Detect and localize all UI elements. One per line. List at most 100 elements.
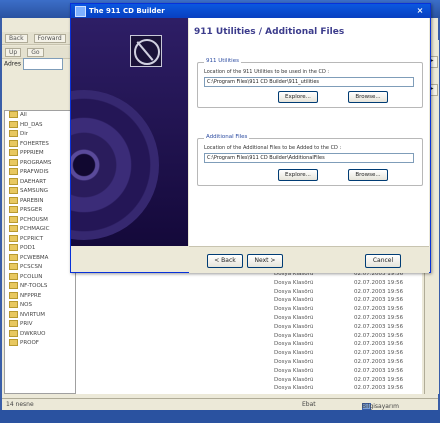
folder-icon [9,158,18,166]
tree-item[interactable]: All [5,111,75,121]
tree-item[interactable]: PAREBIN [5,196,75,207]
back-toolbar-button[interactable]: Back [5,34,28,43]
tree-item[interactable]: PCHMAGIC [5,225,75,235]
folder-icon [9,339,18,346]
dialog-titlebar[interactable]: The 911 CD Builder × [71,4,430,18]
tree-item[interactable]: PRIV [5,320,75,330]
file-date: 02.07.2003 19:56 [354,341,404,348]
tree-item-label: PAREBIN [20,197,44,204]
address-input[interactable] [22,58,63,70]
file-type: Dosya Klasörü [274,350,314,357]
tree-item-label: PCWEBMA [20,254,49,261]
wizard-button-bar: < Back Next > Cancel [189,246,429,273]
file-date: 02.07.2003 19:56 [354,297,404,304]
tree-item[interactable]: HD_DAS [5,120,75,131]
folder-icon [9,139,18,147]
tree-item[interactable]: PRAFWDIS [5,168,75,178]
file-date: 02.07.2003 19:56 [354,323,404,330]
go-button[interactable]: Go [27,48,44,57]
file-row[interactable]: Dosya Klasörü 02.07.2003 19:56 [76,340,422,349]
file-type: Dosya Klasörü [274,306,314,313]
close-button[interactable]: × [414,5,426,16]
tree-item-label: NF-TOOLS [20,283,48,289]
folder-tree[interactable]: All HD_DAS Dir FOHERTES PPPRIEM PROGRAMS PRAFW… [4,110,76,394]
tree-item-label: POD1 [20,245,36,251]
file-row[interactable]: Dosya Klasörü 02.07.2003 19:56 [76,349,422,358]
no-sign-logo-icon [130,35,162,67]
tree-item[interactable]: Dir [5,130,75,140]
dialog-title: The 911 CD Builder [89,7,165,15]
cancel-button[interactable]: Cancel [365,254,401,268]
tree-item[interactable]: PCOLUN [5,272,75,283]
file-row[interactable]: Dosya Klasörü 02.07.2003 19:56 [76,314,422,323]
tree-item-label: DWKRUO [20,330,46,337]
file-type: Dosya Klasörü [274,376,314,383]
up-button[interactable]: Up [5,48,22,57]
tree-item[interactable]: SAMSUNG [5,187,75,197]
file-date: 02.07.2003 19:56 [354,367,404,374]
tree-item[interactable]: NF-TOOLS [5,282,75,292]
tree-item[interactable]: PCSCSN [5,263,75,273]
file-type: Dosya Klasörü [274,288,314,295]
button-bar-spacer [71,246,189,272]
file-row[interactable]: Dosya Klasörü 02.07.2003 19:56 [76,279,422,288]
folder-icon [9,206,18,213]
utilities-browse-button[interactable]: Browse... [348,91,388,103]
file-type: Dosya Klasörü [274,367,314,374]
folder-icon [9,225,18,232]
folder-icon [9,111,18,118]
forward-toolbar-button[interactable]: Forward [33,34,66,43]
wizard-content: 911 Utilities / Additional Files 911 Uti… [189,18,429,246]
tree-item-label: PPPRIEM [20,150,44,156]
file-type: Dosya Klasörü [274,323,314,330]
tree-item[interactable]: DAEHART [5,177,75,188]
file-date: 02.07.2003 19:56 [354,358,404,365]
tree-item[interactable]: PRSGER [5,206,75,216]
utilities-path-field[interactable]: C:\Program Files\911 CD Builder\911_util… [204,77,414,87]
folder-icon [9,130,18,137]
file-row[interactable]: Dosya Klasörü 02.07.2003 19:56 [76,288,422,297]
file-row[interactable]: Dosya Klasörü 02.07.2003 19:56 [76,376,422,385]
tree-item-label: PROGRAMS [20,159,52,166]
tree-item[interactable]: PROGRAMS [5,158,75,169]
file-row[interactable]: Dosya Klasörü 02.07.2003 19:56 [76,332,422,341]
tree-item[interactable]: PCWEBMA [5,253,75,264]
folder-icon [9,244,18,251]
file-row[interactable]: Dosya Klasörü 02.07.2003 19:56 [76,384,422,393]
utilities-group: 911 Utilities Location of the 911 Utilit… [197,58,423,108]
file-type: Dosya Klasörü [274,297,314,304]
folder-icon [9,196,18,204]
tree-item[interactable]: NOS [5,301,75,311]
tree-item[interactable]: PPPRIEM [5,149,75,159]
next-button[interactable]: Next > [247,254,283,268]
tree-item[interactable]: PROOF [5,339,75,349]
tree-item[interactable]: DWKRUO [5,329,75,340]
file-row[interactable]: Dosya Klasörü 02.07.2003 19:56 [76,323,422,332]
tree-item[interactable]: FOHERTES [5,139,75,150]
tree-item[interactable]: POD1 [5,244,75,254]
additional-files-description: Location of the Additional Files to be A… [204,145,342,151]
file-date: 02.07.2003 19:56 [354,376,404,383]
tree-item-label: PCSCSN [20,264,43,270]
additional-files-path-field[interactable]: C:\Program Files\911 CD Builder\Addition… [204,153,414,163]
back-button[interactable]: < Back [207,254,243,268]
status-object-count: 14 nesne [6,401,34,408]
file-list[interactable]: Dosya Klasörü 02.07.2003 19:56 Dosya Klasö… [76,270,422,394]
file-row[interactable]: Dosya Klasörü 02.07.2003 19:56 [76,367,422,376]
tree-item[interactable]: NVIRTUM [5,310,75,321]
file-date: 02.07.2003 19:56 [354,314,404,321]
folder-icon [9,310,18,318]
file-row[interactable]: Dosya Klasörü 02.07.2003 19:56 [76,296,422,305]
tree-item-label: PCOLUN [20,273,43,280]
cd-disc-graphic [71,90,159,240]
tree-item-label: PROOF [20,340,39,346]
utilities-explore-button[interactable]: Explore... [278,91,318,103]
tree-item[interactable]: PCHOUSM [5,215,75,226]
file-row[interactable]: Dosya Klasörü 02.07.2003 19:56 [76,305,422,314]
additional-explore-button[interactable]: Explore... [278,169,318,181]
additional-browse-button[interactable]: Browse... [348,169,388,181]
folder-icon [9,329,18,337]
tree-item[interactable]: PCPRICT [5,234,75,245]
tree-item[interactable]: NFPPRE [5,291,75,302]
file-row[interactable]: Dosya Klasörü 02.07.2003 19:56 [76,358,422,367]
